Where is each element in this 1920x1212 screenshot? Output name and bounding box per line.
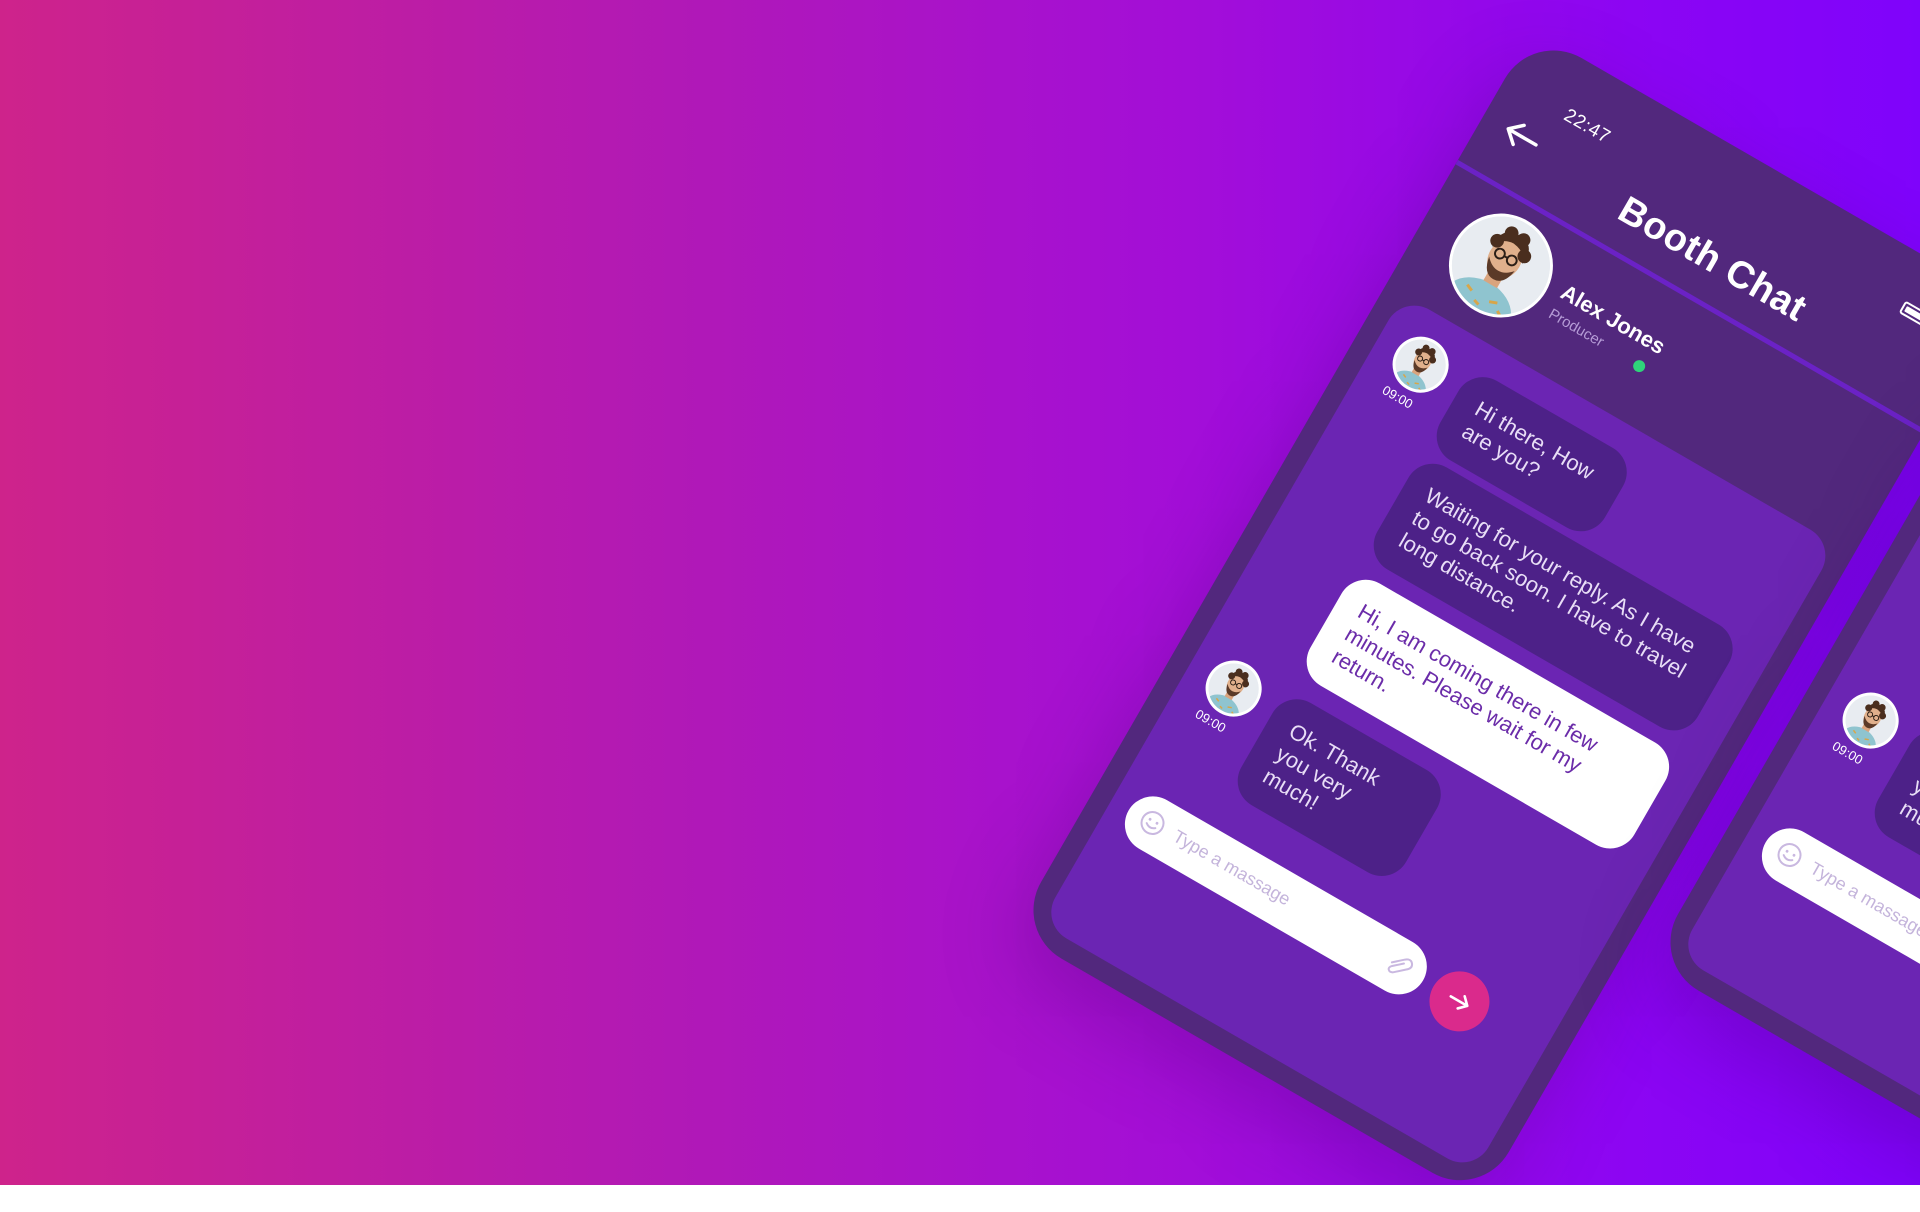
battery-icon — [1898, 300, 1920, 328]
paperclip-icon[interactable] — [1382, 950, 1417, 984]
background-gradient: 22:47 Booth Chat Alex Jones Producer 09:… — [0, 0, 1920, 1185]
emoji-icon[interactable] — [1135, 805, 1171, 841]
message-input[interactable]: Type a massage — [1169, 826, 1294, 910]
send-arrow-icon — [1449, 995, 1469, 1010]
chat-panel: 09:00 Hi there, How are you? Waiting for… — [1040, 294, 1837, 1174]
status-time: 22:47 — [1560, 104, 1614, 149]
emoji-icon[interactable] — [1772, 837, 1808, 873]
message-input[interactable]: Type a massage — [1806, 858, 1920, 942]
message-composer[interactable]: Type a massage — [1751, 818, 1920, 1037]
online-status-indicator — [1630, 357, 1648, 375]
send-button[interactable] — [1418, 960, 1501, 1043]
